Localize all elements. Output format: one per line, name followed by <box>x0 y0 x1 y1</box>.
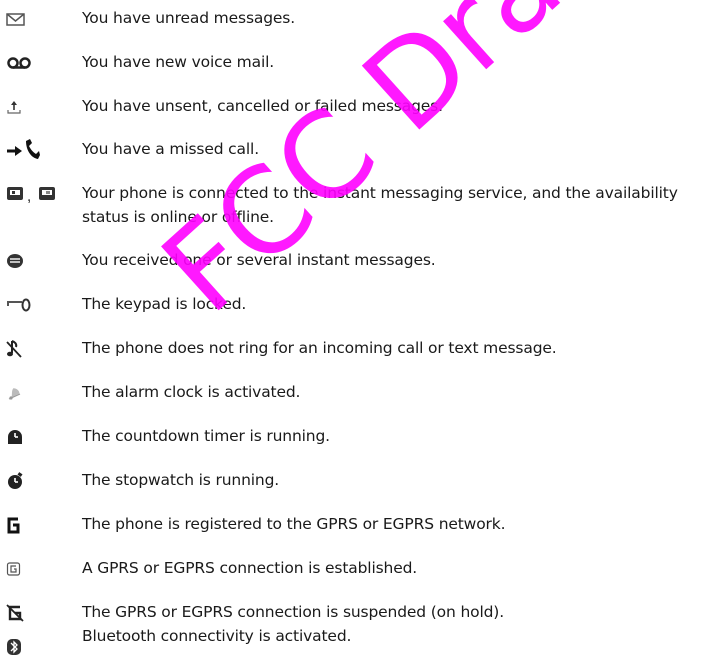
item-text: You have new voice mail. <box>82 53 275 71</box>
item-text: You have unread messages. <box>82 9 295 27</box>
alarm-bell-icon <box>6 382 46 404</box>
item-text: You received one or several instant mess… <box>82 251 436 269</box>
item-text: The stopwatch is running. <box>82 471 280 489</box>
item-text: The alarm clock is activated. <box>82 383 301 401</box>
bluetooth-icon <box>6 636 46 658</box>
outbox-icon <box>6 96 46 118</box>
item-text: The phone is registered to the GPRS or E… <box>82 515 506 533</box>
instant-message-icon <box>6 250 46 272</box>
item-text: A GPRS or EGPRS connection is establishe… <box>82 559 418 577</box>
silent-note-icon <box>6 338 46 360</box>
item-text: The phone does not ring for an incoming … <box>82 339 557 357</box>
stopwatch-icon <box>6 470 46 492</box>
svg-text:,: , <box>27 188 31 204</box>
indicator-list: You have unread messages. You have new v… <box>0 0 723 655</box>
instant-messaging-status-icons: , <box>6 183 76 205</box>
item-text: Bluetooth connectivity is activated. <box>82 627 352 645</box>
countdown-timer-icon <box>6 426 46 448</box>
gprs-connected-icon <box>6 558 46 580</box>
gprs-suspended-icon <box>6 602 46 624</box>
missed-call-icon <box>6 139 46 161</box>
item-text: The keypad is locked. <box>82 295 247 313</box>
voicemail-icon <box>6 52 46 74</box>
item-text: The GPRS or EGPRS connection is suspende… <box>82 603 504 621</box>
item-text: You have a missed call. <box>82 140 259 158</box>
item-text: You have unsent, cancelled or failed mes… <box>82 97 443 115</box>
item-text: The countdown timer is running. <box>82 427 330 445</box>
key-lock-icon <box>6 294 46 316</box>
envelope-icon <box>6 8 46 30</box>
item-text: Your phone is connected to the instant m… <box>82 184 678 226</box>
gprs-g-icon <box>6 514 46 536</box>
